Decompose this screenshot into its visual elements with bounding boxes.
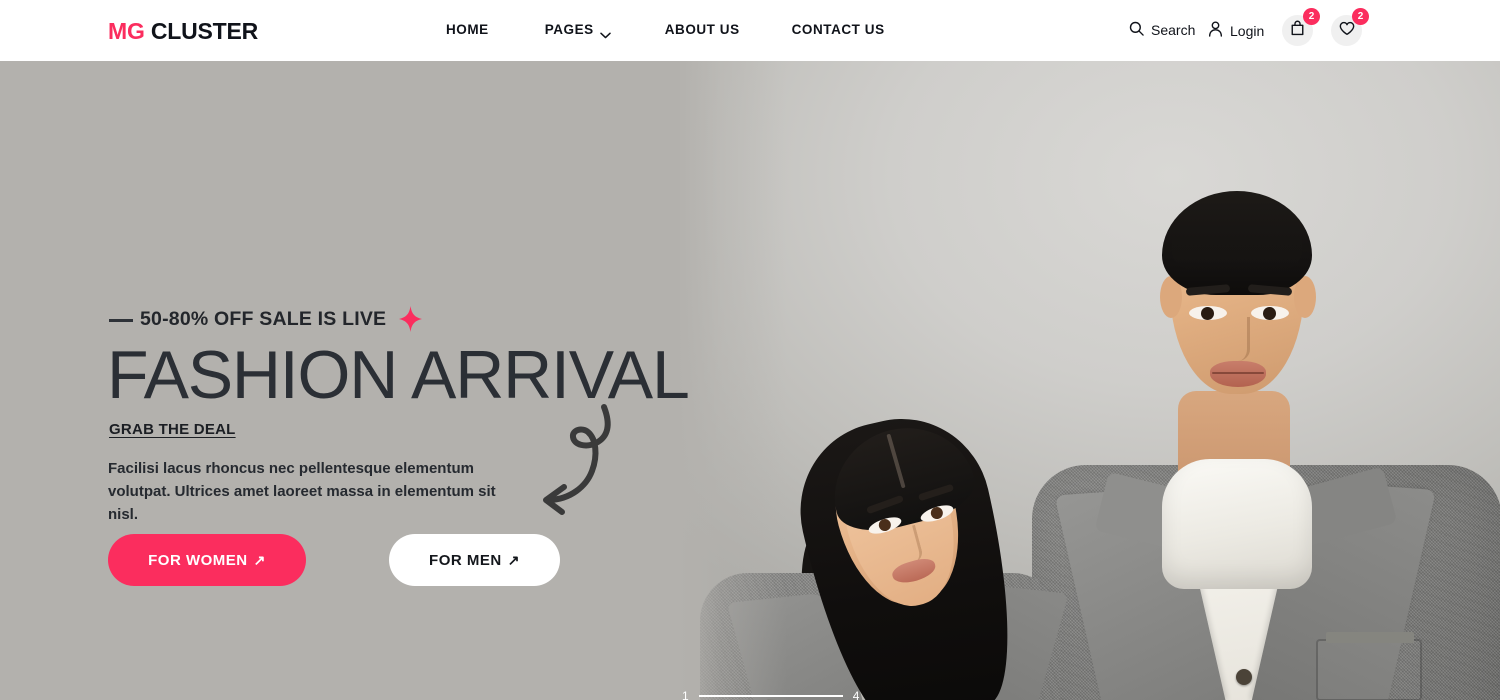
cart-button[interactable]: 2 [1282,8,1320,46]
slider-fill [698,695,843,697]
brand-logo-cluster: CLUSTER [150,18,259,44]
male-jacket-pocket [1316,632,1422,700]
search-label: Search [1151,22,1196,38]
hero-eyebrow-label: 50-80% OFF SALE IS LIVE [140,308,387,330]
user-icon [1208,21,1223,40]
slider-track[interactable] [698,695,843,697]
login-label: Login [1230,22,1265,39]
nav-item-pages-label: PAGES [544,22,594,37]
login-button[interactable]: Login [1208,21,1264,40]
hero-slider-progress[interactable]: 1 4 [682,690,859,700]
male-jacket-button [1236,669,1252,685]
grab-the-deal-link[interactable]: GRAB THE DEAL [109,421,236,438]
chevron-down-icon [599,27,611,39]
search-icon [1129,21,1144,39]
wishlist-badge: 2 [1352,8,1369,25]
hero-model-photo [680,61,1500,700]
wishlist-button[interactable]: 2 [1331,8,1369,46]
nav-item-about-us-label: ABOUT US [664,22,740,37]
male-model-hair [1162,191,1312,295]
curly-arrow-icon [516,401,636,527]
heart-icon [1339,21,1355,41]
search-button[interactable]: Search [1129,21,1195,39]
male-model-nose [1224,317,1250,361]
for-men-label: FOR MEN [429,551,502,569]
eyebrow-dash [109,319,133,322]
for-men-button[interactable]: FOR MEN ↗ [389,534,560,586]
hero-section: 50-80% OFF SALE IS LIVE FASHION ARRIVAL … [0,61,1500,700]
nav-item-contact-us-label: CONTACT US [791,22,885,37]
male-model-turtleneck-collar [1162,459,1312,589]
arrow-up-right-icon: ↗ [507,551,520,568]
hero-description: Facilisi lacus rhoncus nec pellentesque … [108,460,496,523]
nav-item-home-label: HOME [446,22,489,37]
nav-item-about-us[interactable]: ABOUT US [665,22,740,37]
sparkle-star-icon [399,306,423,337]
for-women-button[interactable]: FOR WOMEN ↗ [108,534,306,586]
slider-current-index: 1 [682,689,689,700]
shopping-bag-icon [1290,20,1305,41]
brand-logo[interactable]: MG CLUSTER [108,17,258,45]
slider-total-count: 4 [852,689,860,700]
main-navigation: HOME PAGES ABOUT US CONTACT US [446,22,885,39]
male-model-lips [1210,361,1266,387]
for-women-label: FOR WOMEN [148,551,248,569]
nav-item-contact-us[interactable]: CONTACT US [792,22,885,37]
male-model-eye-right [1251,306,1289,320]
brand-logo-mg: MG [108,18,145,44]
nav-item-home[interactable]: HOME [446,22,489,37]
site-header: MG CLUSTER HOME PAGES ABOUT US CONTACT U… [0,0,1500,61]
nav-item-pages[interactable]: PAGES [544,22,611,39]
hero-eyebrow: 50-80% OFF SALE IS LIVE [109,304,423,337]
cart-badge: 2 [1303,8,1320,25]
male-model-eye-left [1189,306,1227,320]
arrow-up-right-icon: ↗ [253,551,266,568]
